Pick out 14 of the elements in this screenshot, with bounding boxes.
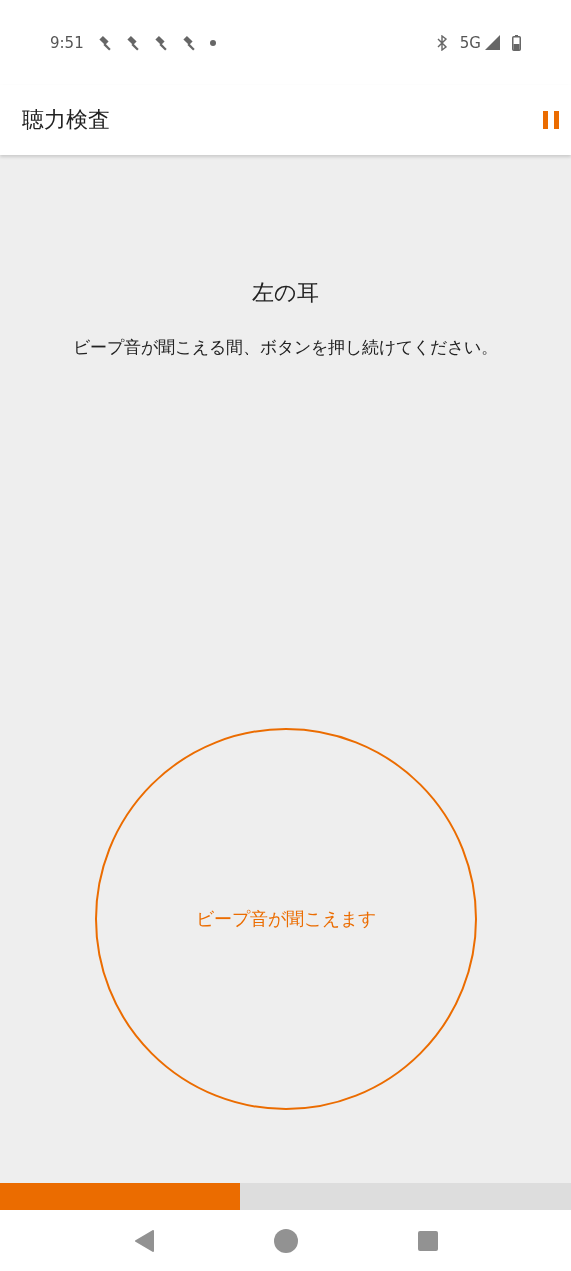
hear-beep-button[interactable]: ビープ音が聞こえます bbox=[94, 728, 477, 1110]
dot-icon bbox=[209, 39, 216, 46]
home-icon[interactable] bbox=[273, 1228, 298, 1253]
network-label: 5G bbox=[459, 33, 481, 52]
back-icon[interactable] bbox=[133, 1229, 154, 1252]
pause-icon[interactable] bbox=[543, 111, 559, 129]
battery-icon bbox=[512, 34, 521, 51]
ear-heading: 左の耳 bbox=[252, 279, 319, 307]
signal-icon bbox=[485, 35, 500, 50]
bluetooth-icon bbox=[435, 34, 448, 51]
instruction-text: ビープ音が聞こえる間、ボタンを押し続けてください。 bbox=[73, 336, 498, 359]
status-time: 9:51 bbox=[50, 33, 84, 52]
app-title: 聴力検査 bbox=[22, 106, 110, 134]
recents-icon[interactable] bbox=[417, 1230, 438, 1251]
